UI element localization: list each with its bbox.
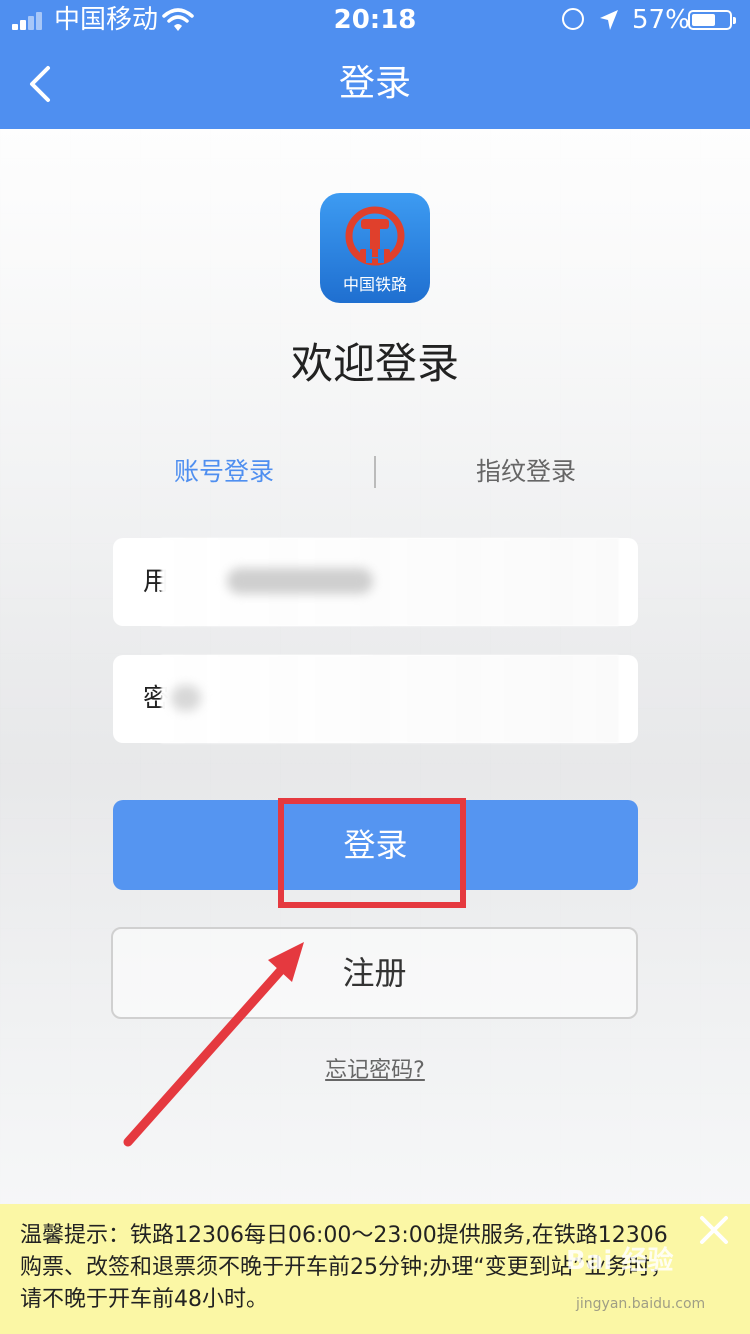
watermark: Bai 经验 jingyan.baidu.com <box>566 1240 736 1320</box>
username-field[interactable]: 用 <box>113 538 638 626</box>
logo-text: 中国铁路 <box>342 275 407 294</box>
top-bar: 中国移动 20:18 57% 登录 <box>0 0 750 129</box>
railway-emblem-icon <box>345 206 405 266</box>
blurred-username-value <box>227 568 373 594</box>
welcome-heading: 欢迎登录 <box>290 339 459 388</box>
app-logo: 中国铁路 <box>320 193 430 303</box>
rotation-lock-icon <box>562 8 584 30</box>
login-tabs: 账号登录 指纹登录 <box>0 450 750 494</box>
register-button[interactable]: 注册 <box>111 927 638 1019</box>
tab-account-login[interactable]: 账号登录 <box>74 450 374 494</box>
status-bar: 中国移动 20:18 57% <box>0 0 750 40</box>
forgot-password-link[interactable]: 忘记密码? <box>0 1052 750 1084</box>
battery-percent: 57% <box>632 5 690 35</box>
password-field[interactable]: 密 <box>113 655 638 743</box>
page-title: 登录 <box>338 63 411 104</box>
watermark-subtext: jingyan.baidu.com <box>576 1296 706 1312</box>
battery-icon <box>688 10 736 30</box>
blurred-password-value <box>171 685 201 711</box>
redaction-blur <box>161 655 619 743</box>
watermark-text: Bai 经验 <box>566 1246 674 1276</box>
login-button[interactable]: 登录 <box>113 800 638 890</box>
location-arrow-icon <box>600 10 618 30</box>
tab-fingerprint-login[interactable]: 指纹登录 <box>376 450 676 494</box>
